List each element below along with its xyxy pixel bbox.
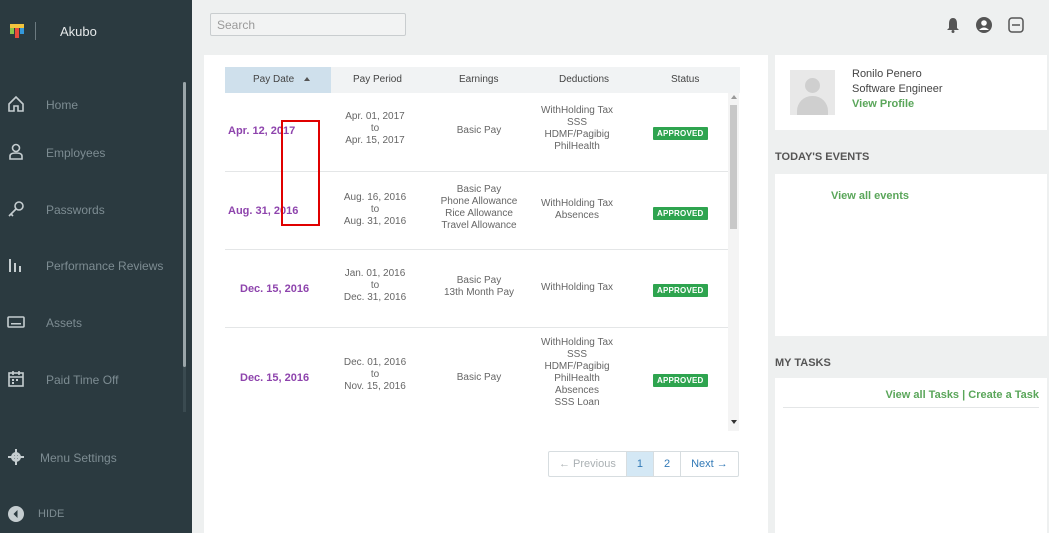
create-task-link[interactable]: Create a Task (968, 389, 1039, 401)
column-header-pay-date[interactable]: Pay Date (253, 74, 311, 85)
sidebar-scrollbar[interactable] (183, 82, 186, 367)
bar-chart-icon (9, 259, 21, 272)
menu-settings-button[interactable]: Menu Settings (0, 438, 182, 478)
previous-page-button[interactable]: ← Previous (549, 452, 627, 476)
column-header-status[interactable]: Status (671, 74, 699, 85)
calendar-icon (8, 371, 24, 387)
hide-sidebar-button[interactable]: HIDE (0, 495, 182, 533)
status-badge: APPROVED (653, 374, 708, 387)
gear-icon (8, 449, 24, 465)
page-2-button[interactable]: 2 (654, 452, 682, 476)
profile-name: Ronilo Penero (852, 68, 922, 80)
table-row[interactable]: Dec. 15, 2016 Dec. 01, 2016 to Nov. 15, 20… (225, 328, 730, 432)
pagination: ← Previous 1 2 Next → (548, 451, 739, 477)
user-avatar-icon[interactable] (975, 16, 993, 34)
brand-divider (35, 22, 36, 40)
sidebar-item-label: Employees (46, 146, 106, 160)
scroll-down-arrow-icon[interactable] (731, 420, 737, 424)
pay-period-cell: Dec. 01, 2016 to Nov. 15, 2016 (343, 357, 407, 392)
earnings-cell: Basic Pay 13th Month Pay (443, 275, 515, 298)
scroll-thumb[interactable] (730, 105, 737, 229)
user-icon (9, 143, 23, 160)
sidebar-item-label: Assets (46, 316, 83, 330)
pay-period-cell: Aug. 16, 2016 to Aug. 31, 2016 (343, 192, 407, 227)
arrow-left-circle-icon (8, 506, 24, 522)
table-row[interactable]: Dec. 15, 2016 Jan. 01, 2016 to Dec. 31, 20… (225, 250, 730, 328)
table-header: Pay Date Pay Period Earnings Deductions … (225, 67, 740, 93)
profile-role: Software Engineer (852, 83, 943, 95)
column-header-pay-period[interactable]: Pay Period (353, 74, 402, 85)
table-scrollbar[interactable] (728, 93, 739, 431)
pay-date-link[interactable]: Dec. 15, 2016 (240, 283, 309, 295)
deductions-cell: WithHolding Tax Absences (540, 198, 614, 221)
view-all-tasks-link[interactable]: View all Tasks (885, 389, 959, 401)
sidebar-item-assets[interactable]: Assets (0, 303, 182, 343)
sidebar-item-label: Passwords (46, 203, 105, 217)
bell-icon[interactable] (944, 16, 962, 34)
sidebar-item-performance-reviews[interactable]: Performance Reviews (0, 246, 182, 286)
scroll-up-arrow-icon[interactable] (731, 95, 737, 99)
sort-ascending-icon (304, 77, 311, 82)
tasks-card: View all Tasks | Create a Task (775, 378, 1047, 533)
earnings-cell: Basic Pay (456, 372, 502, 383)
earnings-cell: Basic Pay Phone Allowance Rice Allowance Tr… (440, 184, 518, 231)
brand[interactable]: Akubo (0, 0, 192, 60)
divider (783, 407, 1039, 408)
view-all-events-link[interactable]: View all events (775, 190, 965, 202)
pay-date-link[interactable]: Dec. 15, 2016 (240, 372, 309, 384)
collapse-window-icon[interactable] (1007, 16, 1025, 34)
view-profile-link[interactable]: View Profile (852, 98, 914, 110)
status-badge: APPROVED (653, 284, 708, 297)
events-card: View all events (775, 174, 1047, 336)
tasks-links: View all Tasks | Create a Task (885, 389, 1039, 401)
sidebar-item-label: Performance Reviews (46, 259, 164, 273)
key-icon (8, 201, 24, 217)
deductions-cell: WithHolding Tax (540, 282, 614, 293)
avatar (790, 70, 835, 115)
status-badge: APPROVED (653, 127, 708, 140)
deductions-cell: WithHolding Tax SSS HDMF/Pagibig PhilHealth (540, 105, 614, 152)
my-tasks-title: MY TASKS (775, 357, 831, 369)
earnings-cell: Basic Pay (456, 125, 502, 136)
sidebar-item-employees[interactable]: Employees (0, 133, 182, 173)
profile-card: Ronilo Penero Software Engineer View Pro… (775, 55, 1047, 130)
pay-period-cell: Jan. 01, 2016 to Dec. 31, 2016 (343, 268, 407, 303)
sidebar-item-passwords[interactable]: Passwords (0, 190, 182, 230)
pay-period-cell: Apr. 01, 2017 to Apr. 15, 2017 (345, 111, 405, 146)
sidebar-item-paid-time-off[interactable]: Paid Time Off (0, 360, 182, 400)
sidebar-item-home[interactable]: Home (0, 85, 182, 125)
menu-settings-label: Menu Settings (40, 451, 117, 465)
sidebar: Akubo Home Employees Passwords Performan… (0, 0, 192, 533)
hide-label: HIDE (38, 508, 65, 520)
app-name: Akubo (60, 24, 97, 39)
page-1-button[interactable]: 1 (626, 452, 654, 476)
home-icon (8, 95, 24, 112)
next-page-button[interactable]: Next → (681, 452, 738, 476)
sidebar-item-label: Paid Time Off (46, 373, 119, 387)
deductions-cell: WithHolding Tax SSS HDMF/Pagibig PhilHealth… (540, 337, 614, 408)
column-header-earnings[interactable]: Earnings (459, 74, 498, 85)
keyboard-icon (7, 316, 25, 328)
annotation-highlight-box (281, 120, 320, 226)
akubo-logo-icon (10, 24, 28, 38)
todays-events-title: TODAY'S EVENTS (775, 151, 870, 163)
status-badge: APPROVED (653, 207, 708, 220)
tasks-link-separator: | (962, 389, 966, 401)
column-header-deductions[interactable]: Deductions (559, 74, 609, 85)
sidebar-item-label: Home (46, 98, 79, 112)
search-input[interactable] (210, 13, 406, 36)
